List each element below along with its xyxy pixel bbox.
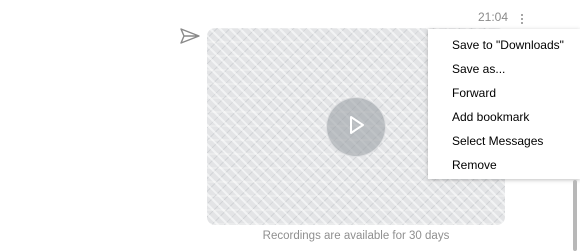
menu-item-remove[interactable]: Remove — [428, 153, 580, 177]
message-time: 21:04 — [478, 10, 509, 24]
menu-item-save-as[interactable]: Save as... — [428, 57, 580, 81]
menu-item-forward[interactable]: Forward — [428, 81, 580, 105]
send-arrow-icon — [180, 28, 200, 44]
play-icon — [346, 114, 366, 141]
context-menu: Save to "Downloads" Save as... Forward A… — [428, 29, 580, 179]
menu-item-select-messages[interactable]: Select Messages — [428, 129, 580, 153]
vertical-dots-icon[interactable] — [515, 11, 529, 27]
menu-item-save-to-downloads[interactable]: Save to "Downloads" — [428, 33, 580, 57]
scrollbar[interactable] — [573, 180, 577, 251]
menu-item-add-bookmark[interactable]: Add bookmark — [428, 105, 580, 129]
chat-view: Recordings are available for 30 days 21:… — [0, 0, 580, 251]
recording-availability-note: Recordings are available for 30 days — [262, 230, 450, 242]
play-button[interactable] — [326, 97, 386, 157]
